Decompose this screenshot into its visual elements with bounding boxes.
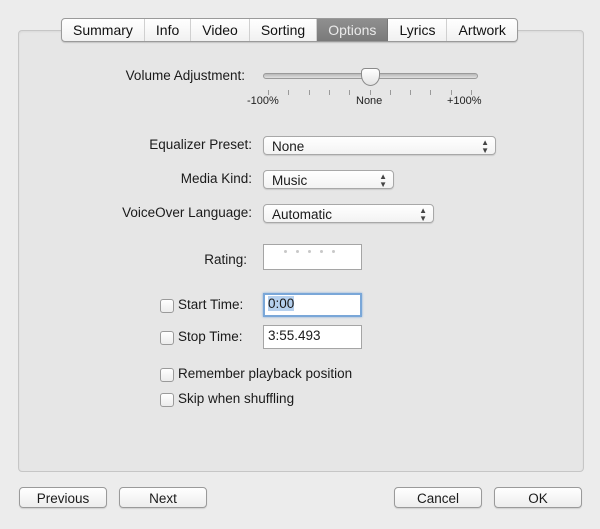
- volume-min-label: -100%: [247, 95, 279, 107]
- stop-time-checkbox[interactable]: [160, 331, 174, 345]
- tab-sorting[interactable]: Sorting: [250, 19, 318, 41]
- remember-position-label[interactable]: Remember playback position: [178, 366, 352, 381]
- skip-shuffling-checkbox[interactable]: [160, 393, 174, 407]
- tab-bar: Summary Info Video Sorting Options Lyric…: [61, 18, 518, 42]
- start-time-checkbox[interactable]: [160, 299, 174, 313]
- media-kind-label: Media Kind:: [180, 171, 252, 186]
- tab-lyrics[interactable]: Lyrics: [388, 19, 448, 41]
- rating-star-icon[interactable]: [332, 250, 335, 253]
- volume-slider-thumb[interactable]: [360, 68, 380, 86]
- volume-tick: [410, 90, 412, 95]
- rating-star-icon[interactable]: [320, 250, 323, 253]
- tab-options[interactable]: Options: [317, 19, 389, 41]
- previous-button[interactable]: Previous: [19, 487, 107, 508]
- remember-position-checkbox[interactable]: [160, 368, 174, 382]
- equalizer-preset-value: None: [272, 139, 305, 154]
- stop-time-input[interactable]: 3:55.493: [263, 325, 362, 349]
- volume-adjustment-label: Volume Adjustment:: [125, 68, 245, 83]
- media-kind-value: Music: [272, 173, 308, 188]
- tab-info[interactable]: Info: [145, 19, 192, 41]
- tab-summary[interactable]: Summary: [62, 19, 145, 41]
- stop-time-value: 3:55.493: [268, 328, 321, 343]
- ok-button[interactable]: OK: [494, 487, 582, 508]
- volume-tick: [349, 90, 351, 95]
- rating-star-icon[interactable]: [308, 250, 311, 253]
- volume-mid-label: None: [356, 95, 383, 107]
- tab-artwork[interactable]: Artwork: [447, 19, 516, 41]
- rating-label: Rating:: [204, 252, 247, 267]
- volume-tick: [288, 90, 290, 95]
- equalizer-preset-select[interactable]: None ▲ ▼: [263, 136, 496, 155]
- voiceover-language-label: VoiceOver Language:: [122, 205, 252, 220]
- next-button[interactable]: Next: [119, 487, 207, 508]
- rating-star-icon[interactable]: [284, 250, 287, 253]
- rating-field[interactable]: [263, 244, 362, 270]
- volume-max-label: +100%: [447, 95, 482, 107]
- volume-tick: [430, 90, 432, 95]
- voiceover-language-select[interactable]: Automatic ▲ ▼: [263, 204, 434, 223]
- equalizer-preset-label: Equalizer Preset:: [149, 137, 252, 152]
- media-kind-select[interactable]: Music ▲ ▼: [263, 170, 394, 189]
- start-time-value: 0:00: [268, 296, 295, 311]
- cancel-button[interactable]: Cancel: [394, 487, 482, 508]
- rating-star-icon[interactable]: [296, 250, 299, 253]
- tab-video[interactable]: Video: [191, 19, 250, 41]
- select-arrows-icon: ▲ ▼: [379, 171, 387, 189]
- rating-stars: [284, 250, 335, 253]
- start-time-input[interactable]: 0:00: [263, 293, 362, 317]
- select-arrows-icon: ▲ ▼: [419, 205, 427, 223]
- select-arrows-icon: ▲ ▼: [481, 137, 489, 155]
- volume-tick: [328, 90, 330, 95]
- volume-tick: [308, 90, 310, 95]
- start-time-label: Start Time:: [178, 297, 244, 312]
- voiceover-language-value: Automatic: [272, 207, 333, 222]
- skip-shuffling-label[interactable]: Skip when shuffling: [178, 391, 294, 406]
- volume-tick: [389, 90, 391, 95]
- stop-time-label: Stop Time:: [178, 329, 243, 344]
